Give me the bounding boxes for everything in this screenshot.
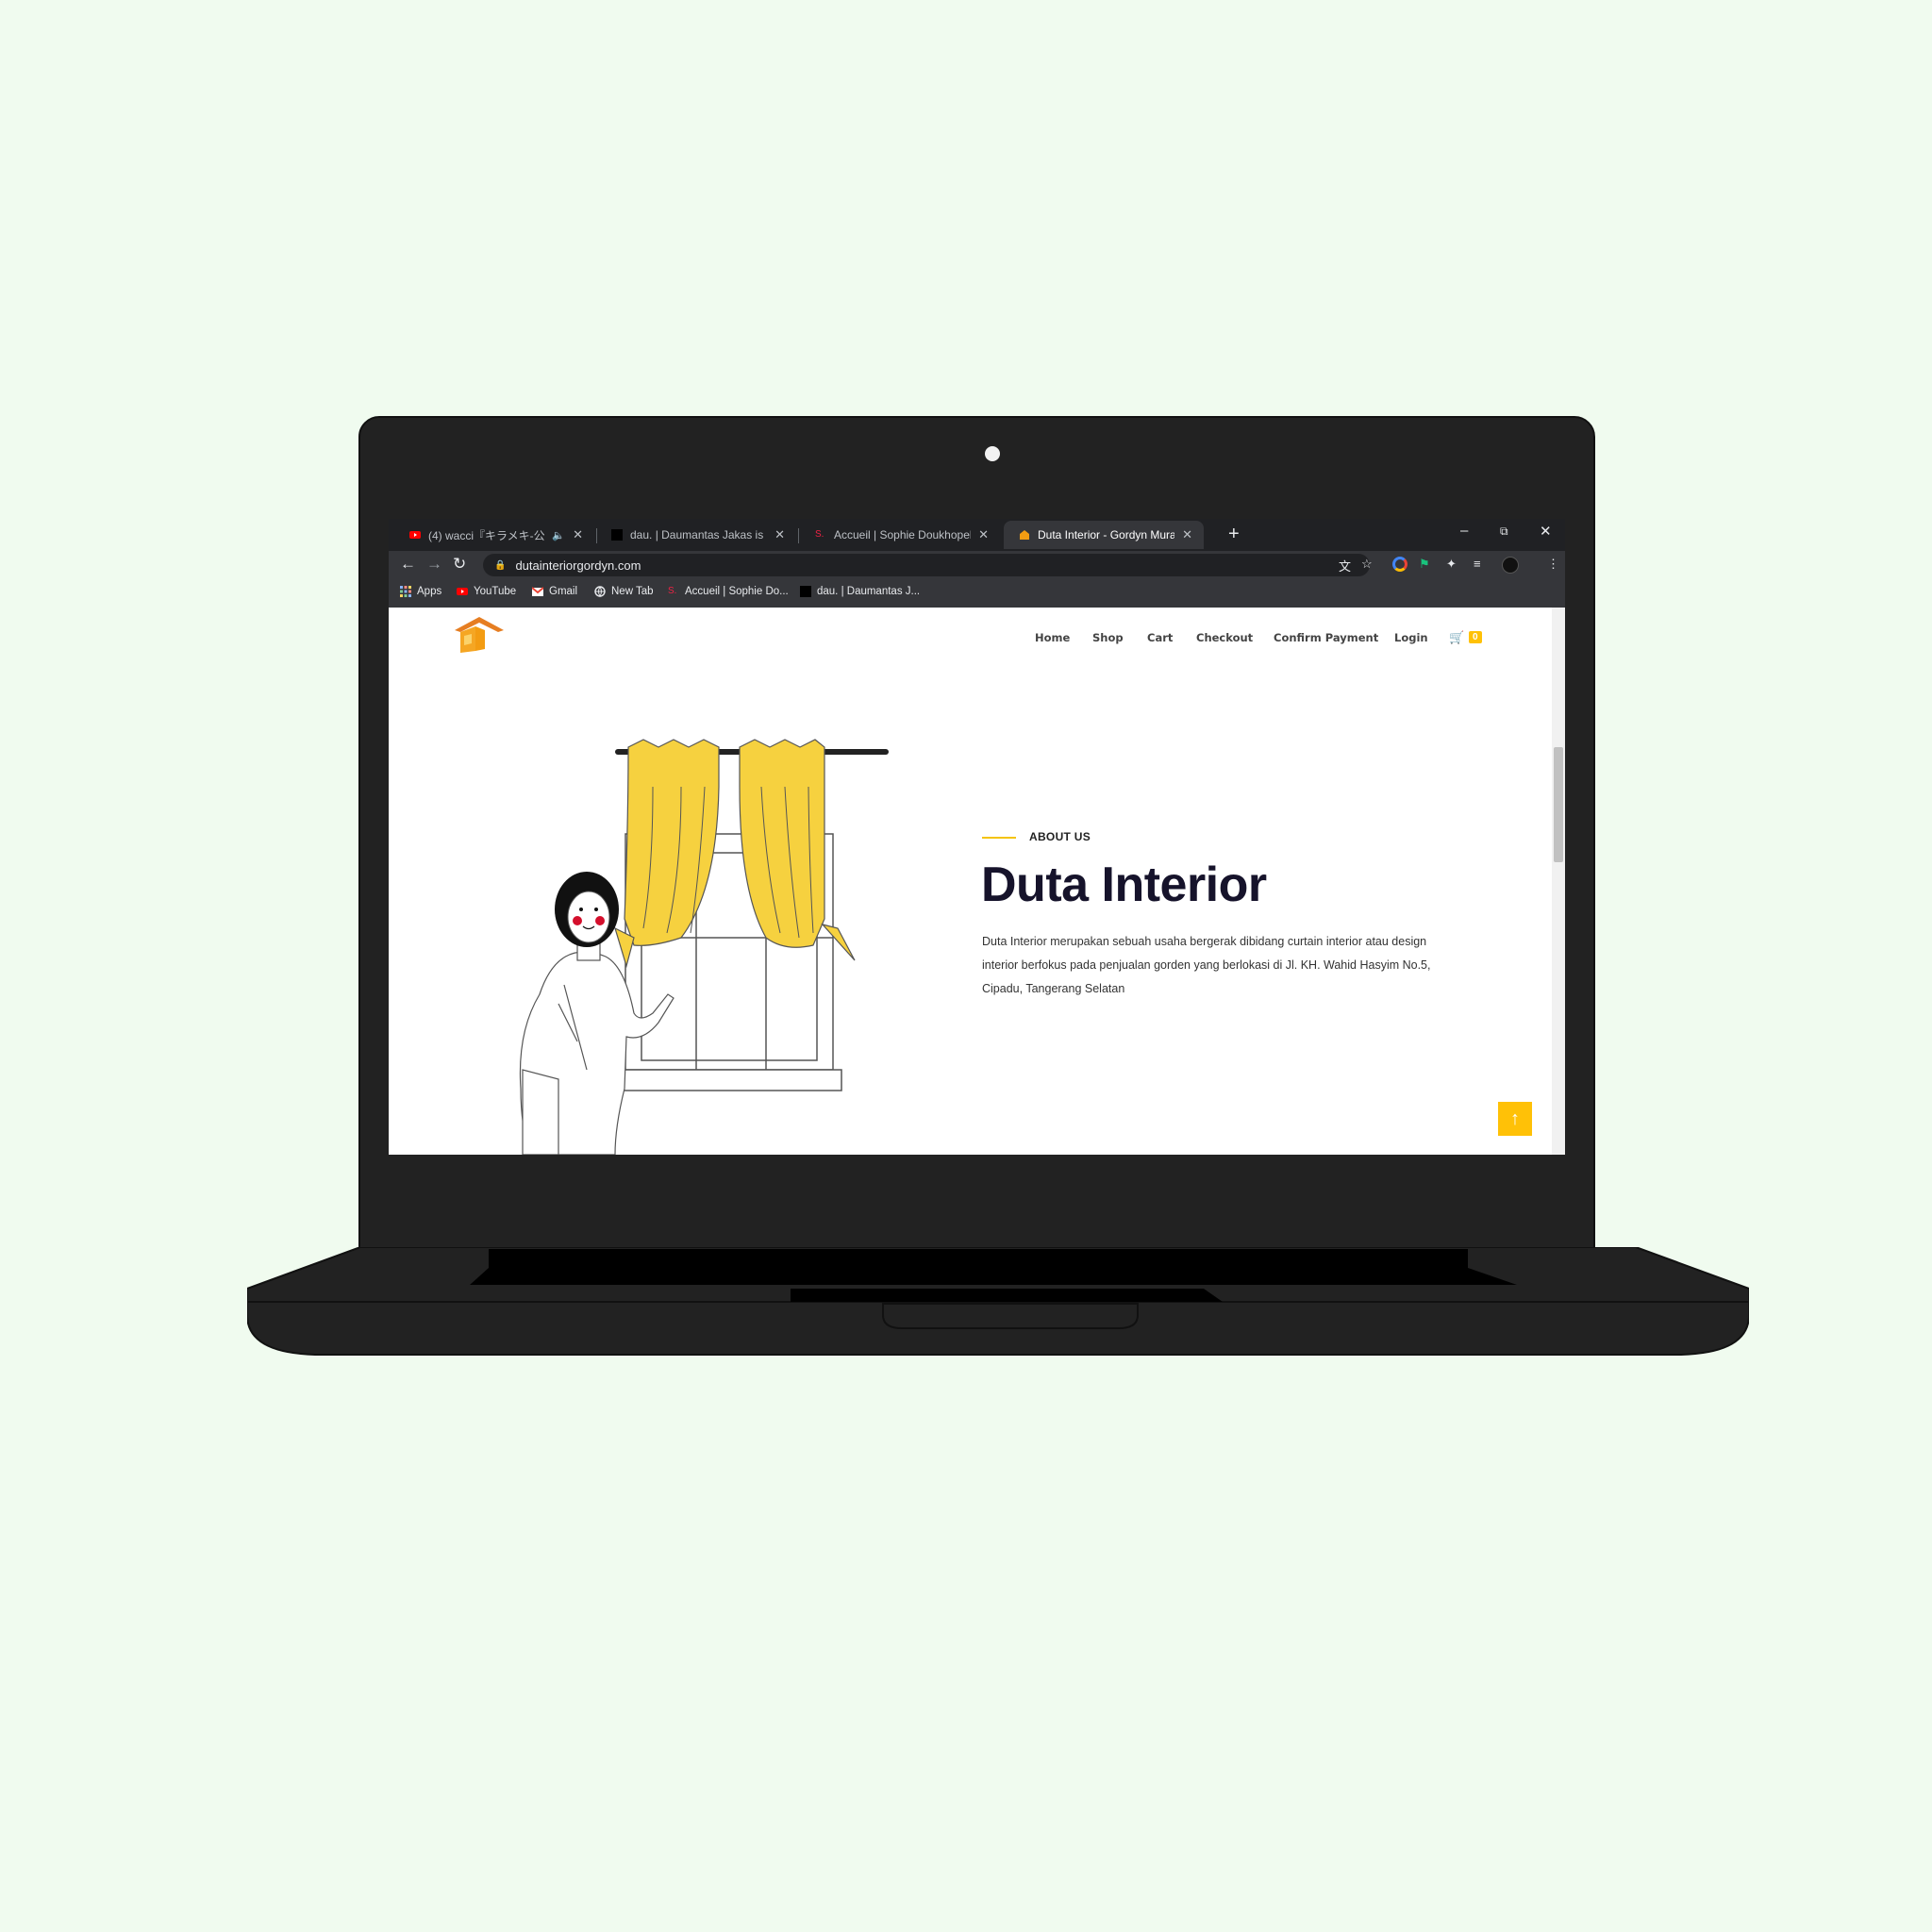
bookmark-label: Gmail [549, 586, 578, 597]
profile-avatar[interactable] [1502, 557, 1519, 574]
gmail-icon [531, 586, 544, 597]
nav-home[interactable]: Home [1035, 631, 1070, 644]
close-icon[interactable]: ✕ [978, 527, 989, 542]
web-page: Home Shop Cart Checkout Confirm Payment … [389, 608, 1565, 1155]
minimize-button[interactable]: – [1460, 523, 1468, 539]
page-scrollbar[interactable] [1552, 608, 1565, 1155]
back-button[interactable]: ← [400, 555, 416, 574]
tab-title: Accueil | Sophie Doukhopelnikoff [834, 528, 971, 541]
bookmarks-bar: Apps YouTube Gmail New Tab S. Accueil | … [389, 579, 1565, 608]
laptop-base [247, 1247, 1749, 1356]
cart-count-badge: 0 [1469, 631, 1482, 643]
media-control-icon[interactable]: ≡ [1474, 557, 1481, 571]
color-extension-icon[interactable] [1392, 557, 1407, 572]
address-text: dutainteriorgordyn.com [515, 558, 641, 573]
lock-icon[interactable]: 🔒 [494, 560, 506, 571]
tab-separator [798, 528, 799, 543]
bookmark-youtube[interactable]: YouTube [457, 586, 516, 597]
square-black-icon [800, 586, 811, 597]
puzzle-icon[interactable]: ✦ [1446, 557, 1457, 572]
speaker-icon[interactable]: 🔈 [552, 529, 565, 541]
menu-icon[interactable]: ⋮ [1547, 557, 1559, 572]
tab-duta-interior[interactable]: Duta Interior - Gordyn Murah Cip ✕ [1004, 521, 1204, 549]
section-eyebrow: ABOUT US [1029, 830, 1091, 843]
bookmark-daumantas[interactable]: dau. | Daumantas J... [800, 586, 920, 597]
tab-title: dau. | Daumantas Jakas is an awa [630, 528, 767, 541]
duta-interior-logo[interactable] [451, 615, 508, 664]
tab-title: (4) wacci『キラメキ-公生とかを [428, 528, 545, 542]
tab-title: Duta Interior - Gordyn Murah Cip [1038, 528, 1175, 541]
close-icon[interactable]: ✕ [1182, 527, 1192, 542]
nav-cart[interactable]: Cart [1147, 631, 1173, 644]
tab-daumantas[interactable]: dau. | Daumantas Jakas is an awa ✕ [596, 521, 796, 549]
duta-logo-icon [1019, 529, 1030, 541]
sd-logo-icon: S. [815, 529, 824, 540]
restore-button[interactable]: ⧉ [1500, 525, 1508, 539]
apps-grid-icon [400, 586, 411, 597]
window-close-button[interactable]: ✕ [1540, 523, 1552, 540]
curtain-window-illustration [519, 739, 889, 1155]
eyebrow-line [982, 837, 1016, 839]
nav-login[interactable]: Login [1394, 631, 1428, 644]
close-icon[interactable]: ✕ [774, 527, 785, 542]
nav-shop[interactable]: Shop [1092, 631, 1124, 644]
square-black-icon [611, 529, 623, 541]
bookmark-apps[interactable]: Apps [400, 586, 441, 597]
bookmark-star-icon[interactable]: ☆ [1361, 557, 1373, 572]
youtube-icon [457, 586, 468, 597]
translate-icon[interactable]: 文 [1339, 557, 1351, 575]
bookmark-new-tab[interactable]: New Tab [594, 586, 654, 597]
extension-icon[interactable]: ⚑ [1419, 557, 1430, 572]
basket-icon[interactable]: 🛒 [1449, 630, 1464, 645]
scroll-to-top-button[interactable]: ↑ [1498, 1102, 1532, 1136]
bookmark-label: YouTube [474, 586, 517, 597]
tab-wacci[interactable]: (4) wacci『キラメキ-公生とかを 🔈 ✕ [394, 521, 594, 549]
bookmark-label: dau. | Daumantas J... [817, 586, 921, 597]
tab-sophie[interactable]: S. Accueil | Sophie Doukhopelnikoff ✕ [800, 521, 1000, 549]
sd-logo-icon: S. [668, 586, 677, 596]
about-description: Duta Interior merupakan sebuah usaha ber… [982, 935, 1431, 995]
bookmark-sophie[interactable]: S. Accueil | Sophie Do... [668, 586, 789, 597]
tab-strip: (4) wacci『キラメキ-公生とかを 🔈 ✕ dau. | Daumanta… [389, 519, 1565, 551]
nav-checkout[interactable]: Checkout [1196, 631, 1253, 644]
browser-toolbar: ← → ↻ 🔒 dutainteriorgordyn.com 文 ☆ ⚑ ✦ ≡… [389, 551, 1565, 579]
youtube-icon [409, 529, 421, 541]
forward-button[interactable]: → [426, 555, 442, 574]
bookmark-label: Accueil | Sophie Do... [685, 586, 789, 597]
bookmark-label: Apps [417, 586, 442, 597]
close-icon[interactable]: ✕ [573, 527, 583, 542]
browser-window: (4) wacci『キラメキ-公生とかを 🔈 ✕ dau. | Daumanta… [389, 519, 1565, 1155]
new-tab-button[interactable]: + [1228, 525, 1240, 543]
reload-button[interactable]: ↻ [453, 555, 466, 574]
scrollbar-thumb[interactable] [1554, 747, 1563, 862]
globe-icon [594, 586, 606, 597]
page-heading: Duta Interior [981, 858, 1267, 912]
address-bar[interactable]: 🔒 dutainteriorgordyn.com [483, 554, 1370, 576]
nav-confirm-payment[interactable]: Confirm Payment [1274, 631, 1378, 644]
bookmark-label: New Tab [611, 586, 654, 597]
webcam [985, 446, 1000, 461]
bookmark-gmail[interactable]: Gmail [531, 586, 578, 597]
